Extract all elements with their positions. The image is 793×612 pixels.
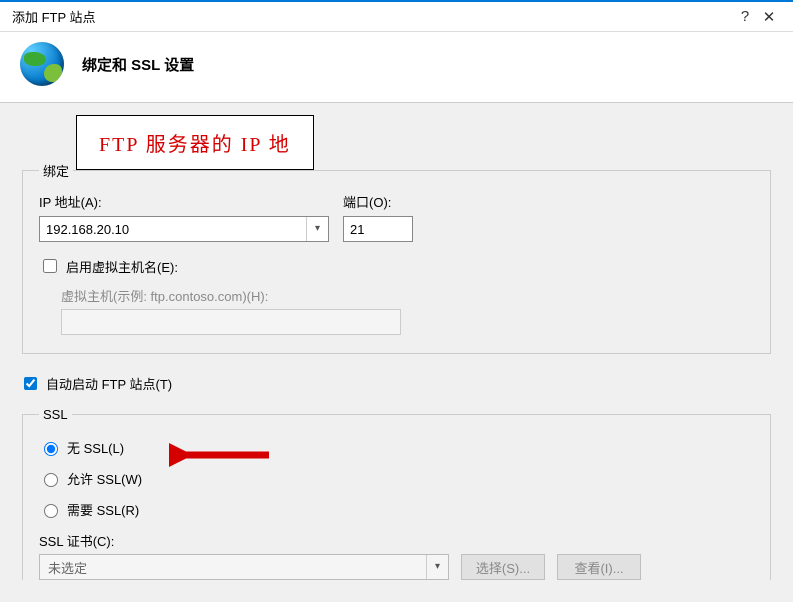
vhost-input xyxy=(61,309,401,335)
titlebar: 添加 FTP 站点 ? ✕ xyxy=(0,2,793,32)
view-cert-button: 查看(I)... xyxy=(557,554,641,580)
help-button[interactable]: ? xyxy=(733,8,757,25)
ssl-cert-combo[interactable]: 未选定 ▾ xyxy=(39,554,449,580)
autostart-checkbox[interactable] xyxy=(24,377,37,390)
ip-input[interactable] xyxy=(40,217,306,241)
ssl-cert-label: SSL 证书(C): xyxy=(39,531,754,550)
enable-vhost-checkbox[interactable] xyxy=(43,259,57,273)
ssl-require-radio[interactable] xyxy=(44,504,58,518)
ip-combo[interactable]: ▾ xyxy=(39,216,329,242)
content-area: FTP 服务器的 IP 地 绑定 IP 地址(A): ▾ 端口(O): 启用虚拟… xyxy=(0,102,793,602)
ssl-legend: SSL xyxy=(39,407,72,422)
ip-label: IP 地址(A): xyxy=(39,192,329,211)
vhost-label: 虚拟主机(示例: ftp.contoso.com)(H): xyxy=(61,286,754,305)
window-title: 添加 FTP 站点 xyxy=(12,7,733,26)
ssl-none-label: 无 SSL(L) xyxy=(67,438,124,457)
chevron-down-icon[interactable]: ▾ xyxy=(426,555,448,579)
select-cert-button: 选择(S)... xyxy=(461,554,545,580)
ssl-group: SSL 无 SSL(L) 允许 SSL(W) 需要 SSL(R) xyxy=(22,407,771,580)
ssl-none-radio[interactable] xyxy=(44,442,58,456)
page-title: 绑定和 SSL 设置 xyxy=(64,54,194,75)
binding-row: IP 地址(A): ▾ 端口(O): xyxy=(39,192,754,242)
port-input[interactable] xyxy=(343,216,413,242)
port-label: 端口(O): xyxy=(343,192,413,211)
globe-icon xyxy=(20,42,64,86)
binding-legend: 绑定 xyxy=(39,161,73,180)
binding-group: 绑定 IP 地址(A): ▾ 端口(O): 启用虚拟主机名(E): 虚拟主机(示… xyxy=(22,161,771,354)
ssl-allow-label: 允许 SSL(W) xyxy=(67,469,142,488)
close-button[interactable]: ✕ xyxy=(757,8,781,26)
annotation-box: FTP 服务器的 IP 地 xyxy=(76,115,314,170)
enable-vhost-label: 启用虚拟主机名(E): xyxy=(66,257,178,276)
ssl-require-label: 需要 SSL(R) xyxy=(67,500,139,519)
chevron-down-icon[interactable]: ▾ xyxy=(306,217,328,241)
ssl-allow-radio[interactable] xyxy=(44,473,58,487)
autostart-label: 自动启动 FTP 站点(T) xyxy=(46,374,172,393)
ssl-cert-value: 未选定 xyxy=(40,558,426,577)
dialog-header: 绑定和 SSL 设置 xyxy=(0,32,793,102)
